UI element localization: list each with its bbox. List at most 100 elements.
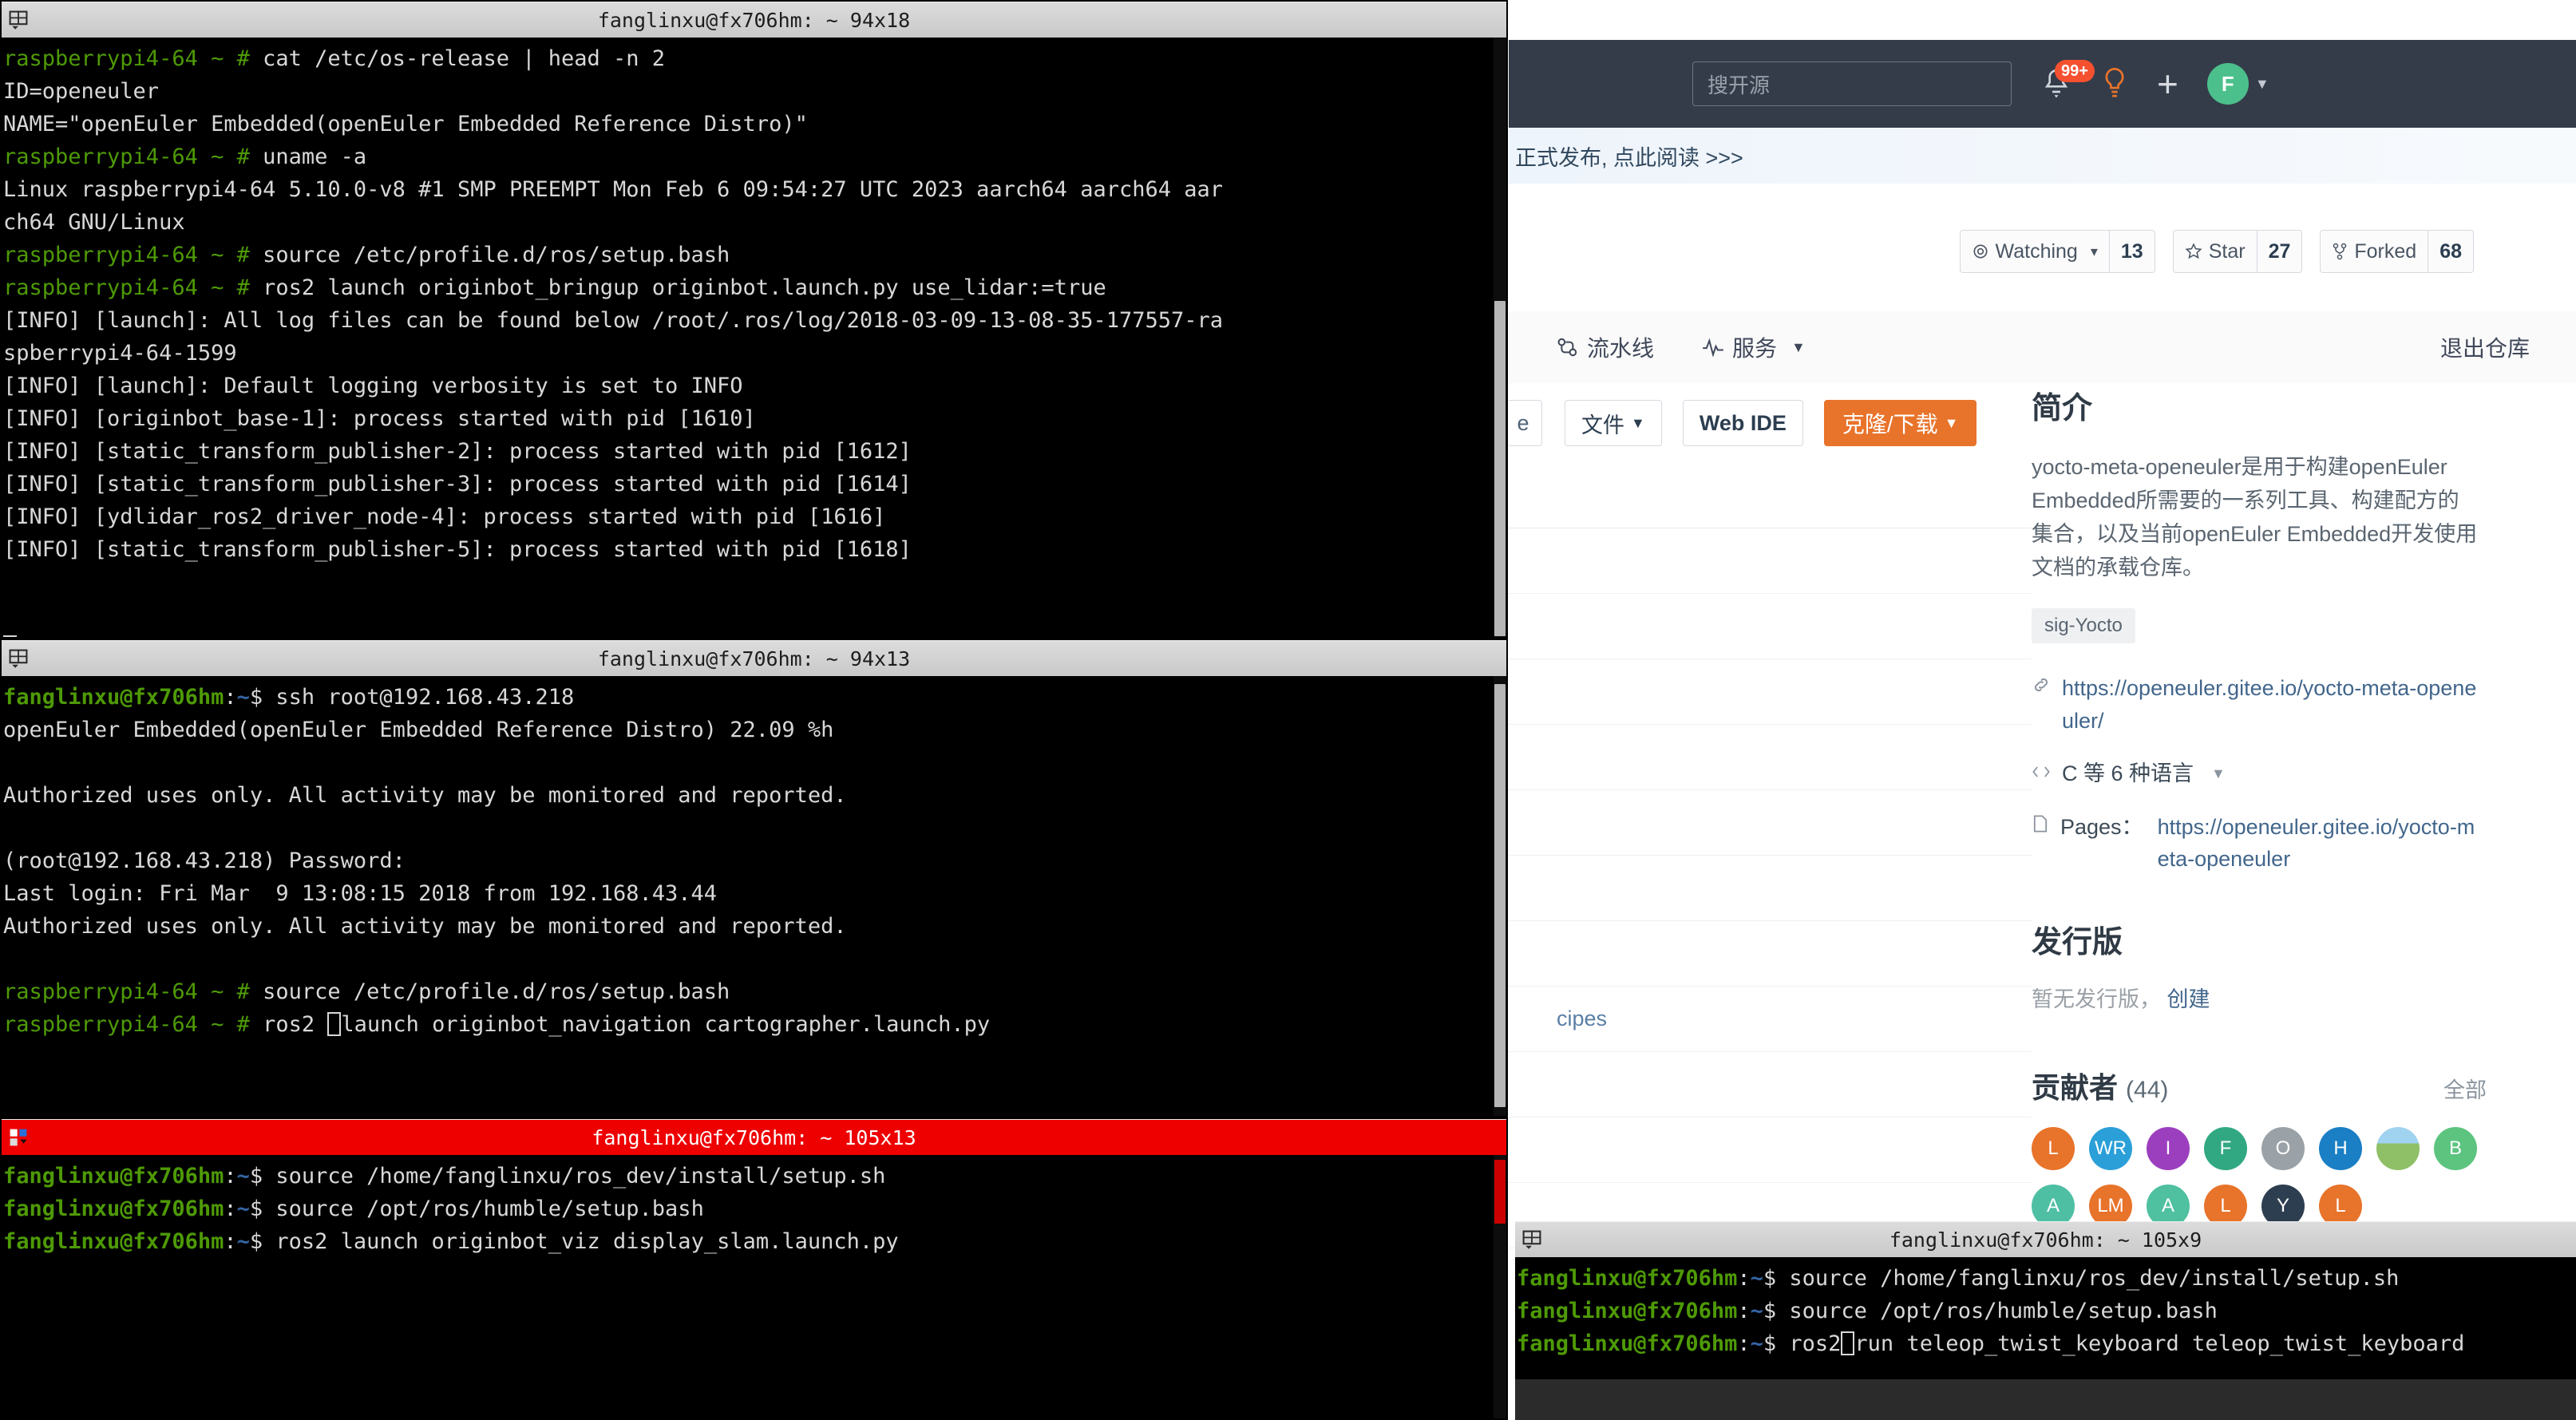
- nav-item-services[interactable]: 服务 ▼: [1702, 331, 1806, 363]
- nav-item-services-label: 服务: [1732, 331, 1777, 363]
- terminal-4-output[interactable]: fanglinxu@fx706hm:~$ source /home/fangli…: [1515, 1257, 2576, 1379]
- branch-button[interactable]: e: [1509, 400, 1542, 446]
- terminal-3-titlebar[interactable]: fanglinxu@fx706hm: ~ 105x13: [2, 1119, 1506, 1155]
- watching-counter-label: Watching ▾: [1961, 231, 2109, 272]
- search-placeholder: 搜开源: [1707, 69, 1770, 99]
- terminal-line: fanglinxu@fx706hm:~$ source /opt/ros/hum…: [3, 1193, 1506, 1225]
- star-icon: [2185, 243, 2202, 260]
- gitee-top-navbar: 搜开源 99+ + F ▼: [1509, 40, 2576, 128]
- lightbulb-icon[interactable]: [2101, 66, 2128, 101]
- language-label[interactable]: C 等 6 种语言: [2062, 757, 2194, 790]
- link-icon: [2032, 675, 2051, 700]
- terminal-line: [INFO] [ydlidar_ros2_driver_node-4]: pro…: [3, 500, 1506, 533]
- files-button-label: 文件: [1581, 408, 1624, 439]
- terminal-window-4[interactable]: fanglinxu@fx706hm: ~ fanglinxu@fx706hm: …: [1515, 1221, 2576, 1420]
- release-empty-text: 暂无发行版，: [2032, 987, 2161, 1011]
- contributors-title: 贡献者: [2032, 1071, 2118, 1104]
- intro-heading: 简介: [2032, 383, 2576, 427]
- exit-repository-link[interactable]: 退出仓库: [2440, 331, 2530, 363]
- terminal-1-title: fanglinxu@fx706hm: ~ 94x18: [2, 9, 1506, 32]
- web-ide-button[interactable]: Web IDE: [1683, 400, 1803, 446]
- terminal-line: openEuler Embedded(openEuler Embedded Re…: [3, 714, 1506, 746]
- search-input[interactable]: 搜开源: [1692, 61, 2012, 106]
- pages-link[interactable]: https://openeuler.gitee.io/yocto-meta-op…: [2158, 811, 2487, 876]
- notification-bell-icon[interactable]: 99+: [2040, 66, 2072, 101]
- terminal-line: ch64 GNU/Linux: [3, 206, 1506, 239]
- language-row: C 等 6 种语言 ▼: [2032, 757, 2487, 790]
- terminal-3-scrollbar[interactable]: [1494, 1155, 1506, 1419]
- avatar[interactable]: H: [2319, 1127, 2362, 1170]
- forked-count: 68: [2428, 231, 2473, 272]
- contributor-avatar-grid: LWRIFOHBALMALYL: [2032, 1127, 2495, 1228]
- chevron-down-icon: ▼: [2255, 76, 2269, 93]
- repository-meta: https://openeuler.gitee.io/yocto-meta-op…: [2032, 672, 2576, 876]
- terminal-window-1[interactable]: fanglinxu@fx706hm: ~ 94x18 raspberrypi4-…: [0, 0, 1508, 639]
- contributors-heading: 贡献者 (44) 全部: [2032, 1065, 2487, 1106]
- watching-count: 13: [2109, 231, 2155, 272]
- topbar-icon-group: 99+ + F ▼: [2040, 63, 2269, 105]
- scrollbar-thumb[interactable]: [1494, 684, 1506, 1107]
- terminal-1-titlebar[interactable]: fanglinxu@fx706hm: ~ 94x18: [2, 2, 1506, 38]
- user-menu[interactable]: F ▼: [2207, 63, 2269, 105]
- terminal-window-3[interactable]: fanglinxu@fx706hm: ~ 105x13 fanglinxu@fx…: [0, 1117, 1508, 1420]
- avatar[interactable]: I: [2147, 1127, 2190, 1170]
- avatar[interactable]: B: [2434, 1127, 2477, 1170]
- watching-counter[interactable]: Watching ▾ 13: [1960, 230, 2155, 273]
- pages-row: Pages： https://openeuler.gitee.io/yocto-…: [2032, 811, 2487, 876]
- terminal-line: [INFO] [originbot_base-1]: process start…: [3, 402, 1506, 435]
- notification-badge: 99+: [2055, 60, 2095, 82]
- nav-item-pipeline[interactable]: 流水线: [1557, 331, 1654, 363]
- terminal-line: Authorized uses only. All activity may b…: [3, 779, 1506, 812]
- terminal-line: [3, 631, 1506, 639]
- terminal-3-title: fanglinxu@fx706hm: ~ 105x13: [2, 1126, 1506, 1149]
- terminal-line: [INFO] [static_transform_publisher-2]: p…: [3, 435, 1506, 468]
- avatar[interactable]: [2376, 1127, 2420, 1170]
- page-icon: [2032, 814, 2049, 839]
- code-icon: [2032, 761, 2051, 785]
- clone-download-button[interactable]: 克隆/下载 ▼: [1824, 400, 1977, 446]
- avatar[interactable]: O: [2261, 1127, 2305, 1170]
- add-new-icon[interactable]: +: [2157, 65, 2178, 102]
- avatar[interactable]: L: [2032, 1127, 2075, 1170]
- terminal-line: raspberrypi4-64 ~ # cat /etc/os-release …: [3, 42, 1506, 75]
- terminal-cursor: [1841, 1331, 1854, 1355]
- terminal-4-titlebar[interactable]: fanglinxu@fx706hm: ~ 105x9: [1515, 1221, 2576, 1257]
- chevron-down-icon: ▼: [1945, 415, 1959, 432]
- terminal-line: raspberrypi4-64 ~ # ros2 launch originbo…: [3, 271, 1506, 304]
- intro-text: yocto-meta-openeuler是用于构建openEuler Embed…: [2032, 451, 2479, 584]
- scrollbar-thumb[interactable]: [1494, 301, 1506, 636]
- terminal-1-output[interactable]: raspberrypi4-64 ~ # cat /etc/os-release …: [2, 38, 1506, 638]
- terminal-window-2[interactable]: fanglinxu@fx706hm: ~ 94x13 fanglinxu@fx7…: [0, 639, 1508, 1117]
- create-release-link[interactable]: 创建: [2167, 987, 2210, 1011]
- forked-counter[interactable]: Forked 68: [2320, 230, 2474, 273]
- star-counter[interactable]: Star 27: [2173, 230, 2303, 273]
- chevron-down-icon: ▾: [2091, 243, 2098, 260]
- contributors-all-link[interactable]: 全部: [2443, 1073, 2487, 1104]
- avatar[interactable]: F: [2204, 1127, 2247, 1170]
- terminal-line: [INFO] [static_transform_publisher-3]: p…: [3, 468, 1506, 500]
- terminal-3-output[interactable]: fanglinxu@fx706hm:~$ source /home/fangli…: [2, 1155, 1506, 1419]
- terminal-line: raspberrypi4-64 ~ # source /etc/profile.…: [3, 975, 1506, 1008]
- repository-nav: 流水线 服务 ▼ 退出仓库: [1509, 311, 2576, 384]
- terminal-1-scrollbar[interactable]: [1494, 38, 1506, 638]
- scrollbar-thumb[interactable]: [1494, 1160, 1506, 1224]
- terminal-line: fanglinxu@fx706hm:~$ ssh root@192.168.43…: [3, 681, 1506, 714]
- terminal-2-scrollbar[interactable]: [1494, 676, 1506, 1117]
- terminal-2-title: fanglinxu@fx706hm: ~ 94x13: [2, 647, 1506, 670]
- announcement-banner[interactable]: 正式发布, 点此阅读 >>>: [1509, 128, 2576, 184]
- star-counter-label: Star: [2174, 231, 2257, 272]
- files-button[interactable]: 文件 ▼: [1565, 400, 1662, 446]
- terminal-line: [INFO] [static_transform_publisher-5]: p…: [3, 533, 1506, 566]
- chevron-down-icon: ▼: [1791, 339, 1806, 356]
- repository-counters: Watching ▾ 13 Star 27 Forked 68: [1960, 230, 2474, 273]
- repository-sidebar: 简介 yocto-meta-openeuler是用于构建openEuler Em…: [2032, 383, 2576, 1228]
- sig-tag[interactable]: sig-Yocto: [2032, 608, 2135, 643]
- homepage-link[interactable]: https://openeuler.gitee.io/yocto-meta-op…: [2062, 672, 2487, 737]
- terminal-line: spberrypi4-64-1599: [3, 337, 1506, 370]
- terminal-2-titlebar[interactable]: fanglinxu@fx706hm: ~ 94x13: [2, 640, 1506, 676]
- avatar[interactable]: WR: [2089, 1127, 2132, 1170]
- terminal-2-output[interactable]: fanglinxu@fx706hm:~$ ssh root@192.168.43…: [2, 676, 1506, 1117]
- gitee-repository-page: 搜开源 99+ + F ▼ 正式发布, 点此阅读 >>> Watchi: [1509, 0, 2576, 1420]
- terminal-cursor: [327, 1012, 341, 1036]
- release-empty-row: 暂无发行版， 创建: [2032, 982, 2576, 1016]
